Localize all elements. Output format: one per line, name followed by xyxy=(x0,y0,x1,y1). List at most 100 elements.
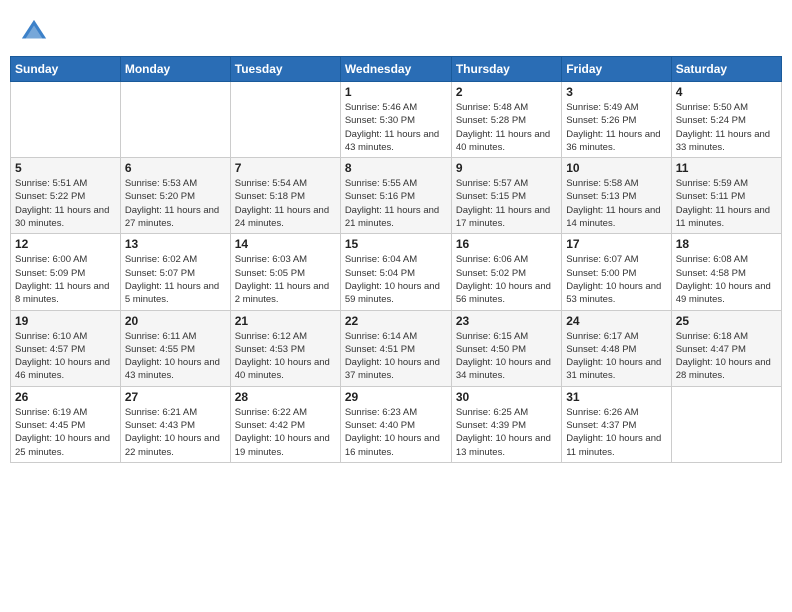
calendar-day-cell: 13 Sunrise: 6:02 AM Sunset: 5:07 PM Dayli… xyxy=(120,234,230,310)
day-number: 28 xyxy=(235,390,336,404)
day-number: 13 xyxy=(125,237,226,251)
day-detail: Sunrise: 6:08 AM Sunset: 4:58 PM Dayligh… xyxy=(676,253,777,306)
day-number: 24 xyxy=(566,314,666,328)
day-detail: Sunrise: 6:17 AM Sunset: 4:48 PM Dayligh… xyxy=(566,330,666,383)
day-number: 29 xyxy=(345,390,447,404)
calendar-day-cell: 20Sunrise: 6:11 AM Sunset: 4:55 PM Dayli… xyxy=(120,310,230,386)
calendar-day-cell: 27 Sunrise: 6:21 AM Sunset: 4:43 PM Dayli… xyxy=(120,386,230,462)
day-number: 27 xyxy=(125,390,226,404)
day-number: 22 xyxy=(345,314,447,328)
calendar-day-cell: 8 Sunrise: 5:55 AM Sunset: 5:16 PM Daylig… xyxy=(340,158,451,234)
day-detail: Sunrise: 6:23 AM Sunset: 4:40 PM Dayligh… xyxy=(345,406,447,459)
day-number: 7 xyxy=(235,161,336,175)
calendar-day-cell: 23 Sunrise: 6:15 AM Sunset: 4:50 PM Dayli… xyxy=(451,310,561,386)
calendar-day-cell: 10 Sunrise: 5:58 AM Sunset: 5:13 PM Dayli… xyxy=(562,158,671,234)
day-number: 1 xyxy=(345,85,447,99)
calendar-day-cell: 9Sunrise: 5:57 AM Sunset: 5:15 PM Daylig… xyxy=(451,158,561,234)
calendar-day-cell: 15 Sunrise: 6:04 AM Sunset: 5:04 PM Dayli… xyxy=(340,234,451,310)
calendar-week-row: 12 Sunrise: 6:00 AM Sunset: 5:09 PM Dayli… xyxy=(11,234,782,310)
page-header xyxy=(10,10,782,50)
calendar-day-cell: 22 Sunrise: 6:14 AM Sunset: 4:51 PM Dayli… xyxy=(340,310,451,386)
day-number: 9 xyxy=(456,161,557,175)
day-detail: Sunrise: 5:51 AM Sunset: 5:22 PM Dayligh… xyxy=(15,177,116,230)
logo xyxy=(20,18,52,46)
day-of-week-header: Sunday xyxy=(11,57,121,82)
day-detail: Sunrise: 6:06 AM Sunset: 5:02 PM Dayligh… xyxy=(456,253,557,306)
calendar-day-cell: 1 Sunrise: 5:46 AM Sunset: 5:30 PM Daylig… xyxy=(340,82,451,158)
calendar-day-cell xyxy=(11,82,121,158)
calendar-day-cell: 19Sunrise: 6:10 AM Sunset: 4:57 PM Dayli… xyxy=(11,310,121,386)
day-detail: Sunrise: 5:46 AM Sunset: 5:30 PM Dayligh… xyxy=(345,101,447,154)
calendar-day-cell: 29 Sunrise: 6:23 AM Sunset: 4:40 PM Dayli… xyxy=(340,386,451,462)
day-detail: Sunrise: 6:25 AM Sunset: 4:39 PM Dayligh… xyxy=(456,406,557,459)
day-detail: Sunrise: 6:03 AM Sunset: 5:05 PM Dayligh… xyxy=(235,253,336,306)
day-detail: Sunrise: 5:55 AM Sunset: 5:16 PM Dayligh… xyxy=(345,177,447,230)
day-number: 3 xyxy=(566,85,666,99)
calendar-day-cell xyxy=(671,386,781,462)
calendar-day-cell xyxy=(230,82,340,158)
calendar-day-cell: 30 Sunrise: 6:25 AM Sunset: 4:39 PM Dayli… xyxy=(451,386,561,462)
calendar-day-cell: 12 Sunrise: 6:00 AM Sunset: 5:09 PM Dayli… xyxy=(11,234,121,310)
day-detail: Sunrise: 6:21 AM Sunset: 4:43 PM Dayligh… xyxy=(125,406,226,459)
calendar-day-cell: 18 Sunrise: 6:08 AM Sunset: 4:58 PM Dayli… xyxy=(671,234,781,310)
day-detail: Sunrise: 6:02 AM Sunset: 5:07 PM Dayligh… xyxy=(125,253,226,306)
day-detail: Sunrise: 6:10 AM Sunset: 4:57 PM Dayligh… xyxy=(15,330,116,383)
calendar-day-cell: 11 Sunrise: 5:59 AM Sunset: 5:11 PM Dayli… xyxy=(671,158,781,234)
day-number: 5 xyxy=(15,161,116,175)
calendar-day-cell: 17 Sunrise: 6:07 AM Sunset: 5:00 PM Dayli… xyxy=(562,234,671,310)
day-of-week-header: Saturday xyxy=(671,57,781,82)
day-number: 30 xyxy=(456,390,557,404)
day-number: 10 xyxy=(566,161,666,175)
day-detail: Sunrise: 5:54 AM Sunset: 5:18 PM Dayligh… xyxy=(235,177,336,230)
day-number: 26 xyxy=(15,390,116,404)
day-number: 15 xyxy=(345,237,447,251)
day-number: 17 xyxy=(566,237,666,251)
calendar-day-cell: 25 Sunrise: 6:18 AM Sunset: 4:47 PM Dayli… xyxy=(671,310,781,386)
day-number: 8 xyxy=(345,161,447,175)
day-number: 11 xyxy=(676,161,777,175)
day-of-week-header: Friday xyxy=(562,57,671,82)
day-detail: Sunrise: 5:50 AM Sunset: 5:24 PM Dayligh… xyxy=(676,101,777,154)
day-detail: Sunrise: 6:22 AM Sunset: 4:42 PM Dayligh… xyxy=(235,406,336,459)
calendar-day-cell: 28 Sunrise: 6:22 AM Sunset: 4:42 PM Dayli… xyxy=(230,386,340,462)
calendar-week-row: 19Sunrise: 6:10 AM Sunset: 4:57 PM Dayli… xyxy=(11,310,782,386)
day-detail: Sunrise: 6:07 AM Sunset: 5:00 PM Dayligh… xyxy=(566,253,666,306)
day-number: 25 xyxy=(676,314,777,328)
calendar-day-cell: 3 Sunrise: 5:49 AM Sunset: 5:26 PM Daylig… xyxy=(562,82,671,158)
calendar-week-row: 1 Sunrise: 5:46 AM Sunset: 5:30 PM Daylig… xyxy=(11,82,782,158)
day-number: 23 xyxy=(456,314,557,328)
calendar-day-cell: 26 Sunrise: 6:19 AM Sunset: 4:45 PM Dayli… xyxy=(11,386,121,462)
day-number: 14 xyxy=(235,237,336,251)
calendar-day-cell: 4 Sunrise: 5:50 AM Sunset: 5:24 PM Daylig… xyxy=(671,82,781,158)
day-of-week-header: Monday xyxy=(120,57,230,82)
day-number: 2 xyxy=(456,85,557,99)
calendar-header-row: SundayMondayTuesdayWednesdayThursdayFrid… xyxy=(11,57,782,82)
day-number: 12 xyxy=(15,237,116,251)
day-detail: Sunrise: 6:15 AM Sunset: 4:50 PM Dayligh… xyxy=(456,330,557,383)
day-detail: Sunrise: 6:14 AM Sunset: 4:51 PM Dayligh… xyxy=(345,330,447,383)
day-number: 20 xyxy=(125,314,226,328)
day-number: 18 xyxy=(676,237,777,251)
day-detail: Sunrise: 6:00 AM Sunset: 5:09 PM Dayligh… xyxy=(15,253,116,306)
calendar-day-cell: 14 Sunrise: 6:03 AM Sunset: 5:05 PM Dayli… xyxy=(230,234,340,310)
calendar-table: SundayMondayTuesdayWednesdayThursdayFrid… xyxy=(10,56,782,463)
day-detail: Sunrise: 5:48 AM Sunset: 5:28 PM Dayligh… xyxy=(456,101,557,154)
calendar-day-cell: 21Sunrise: 6:12 AM Sunset: 4:53 PM Dayli… xyxy=(230,310,340,386)
day-of-week-header: Thursday xyxy=(451,57,561,82)
day-detail: Sunrise: 5:59 AM Sunset: 5:11 PM Dayligh… xyxy=(676,177,777,230)
calendar-day-cell: 6Sunrise: 5:53 AM Sunset: 5:20 PM Daylig… xyxy=(120,158,230,234)
calendar-day-cell: 5 Sunrise: 5:51 AM Sunset: 5:22 PM Daylig… xyxy=(11,158,121,234)
calendar-day-cell: 2 Sunrise: 5:48 AM Sunset: 5:28 PM Daylig… xyxy=(451,82,561,158)
logo-icon xyxy=(20,18,48,46)
day-detail: Sunrise: 6:19 AM Sunset: 4:45 PM Dayligh… xyxy=(15,406,116,459)
calendar-day-cell: 31 Sunrise: 6:26 AM Sunset: 4:37 PM Dayli… xyxy=(562,386,671,462)
day-number: 4 xyxy=(676,85,777,99)
day-number: 6 xyxy=(125,161,226,175)
calendar-week-row: 5 Sunrise: 5:51 AM Sunset: 5:22 PM Daylig… xyxy=(11,158,782,234)
day-detail: Sunrise: 6:18 AM Sunset: 4:47 PM Dayligh… xyxy=(676,330,777,383)
day-detail: Sunrise: 5:58 AM Sunset: 5:13 PM Dayligh… xyxy=(566,177,666,230)
day-detail: Sunrise: 6:26 AM Sunset: 4:37 PM Dayligh… xyxy=(566,406,666,459)
day-number: 31 xyxy=(566,390,666,404)
day-detail: Sunrise: 6:04 AM Sunset: 5:04 PM Dayligh… xyxy=(345,253,447,306)
day-detail: Sunrise: 5:49 AM Sunset: 5:26 PM Dayligh… xyxy=(566,101,666,154)
